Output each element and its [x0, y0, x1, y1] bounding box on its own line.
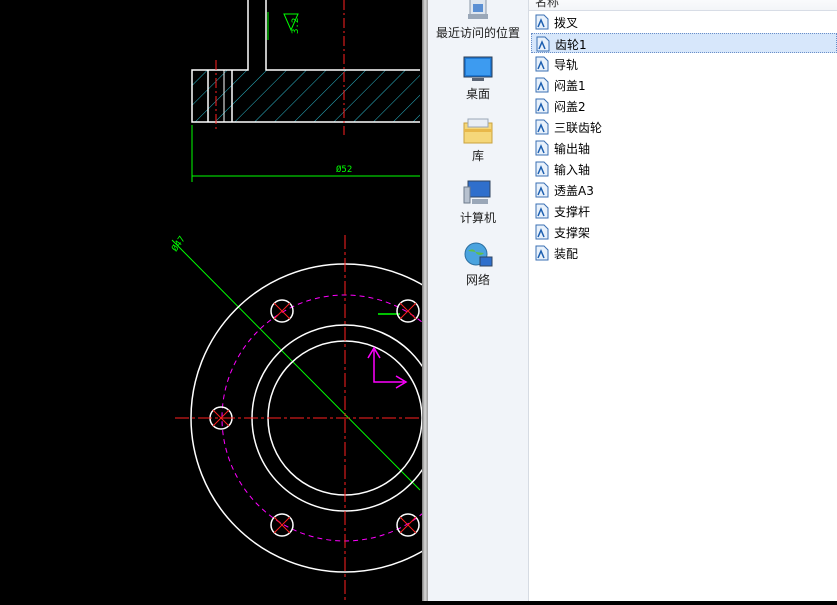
document-icon: [535, 56, 549, 76]
file-name: 闷盖2: [554, 100, 586, 114]
document-icon: [535, 14, 549, 34]
nav-item-label: 库: [471, 149, 484, 163]
nav-item-recent-places[interactable]: 最近访问的位置: [428, 0, 528, 41]
nav-item-label: 计算机: [459, 211, 496, 225]
file-row[interactable]: 闷盖1: [531, 75, 837, 95]
nav-item-label: 最近访问的位置: [435, 26, 520, 40]
document-icon: [535, 203, 549, 223]
file-row[interactable]: 导轨: [531, 54, 837, 74]
column-header-label: 名称: [535, 0, 560, 9]
file-name: 支撑架: [554, 226, 591, 240]
file-name: 装配: [554, 247, 579, 261]
computer-icon: [463, 180, 491, 204]
dimension-diag-label: Ø47: [169, 234, 187, 254]
file-list: 名称 拨叉齿轮1 导轨闷盖1 闷盖2 三联齿轮输出轴输入轴透盖A3 支撑杆支撑架装配: [529, 0, 837, 601]
desktop-icon: [463, 56, 493, 81]
network-icon: [464, 242, 493, 267]
cad-drawing: Ø52 3.2 Ø47: [169, 0, 500, 601]
file-row[interactable]: 拨叉: [531, 12, 837, 32]
document-icon: [535, 182, 549, 202]
file-name: 输入轴: [554, 163, 591, 177]
file-row[interactable]: 输出轴: [531, 138, 837, 158]
navigation-pane: 最近访问的位置 桌面 库 计算机 网络: [428, 0, 529, 601]
file-row[interactable]: 透盖A3: [531, 180, 837, 200]
file-name: 支撑杆: [554, 205, 591, 219]
nav-item-computer[interactable]: 计算机: [428, 179, 528, 226]
dimension-top-label: Ø52: [336, 164, 352, 175]
nav-item-label: 桌面: [465, 87, 490, 101]
document-icon: [535, 140, 549, 160]
document-icon: [535, 119, 549, 139]
recent-places-icon: [468, 0, 488, 19]
file-row[interactable]: 支撑架: [531, 222, 837, 242]
file-row[interactable]: 齿轮1: [531, 33, 837, 53]
document-icon: [535, 161, 549, 181]
file-name: 导轨: [554, 58, 579, 72]
document-icon: [535, 77, 549, 97]
cad-drawing-canvas[interactable]: Ø52 3.2 Ø47: [0, 0, 500, 601]
document-icon: [536, 36, 550, 56]
dimension-vertical-label: 3.2: [291, 18, 301, 34]
file-name: 拨叉: [554, 16, 579, 30]
section-view: [191, 0, 420, 135]
nav-item-library[interactable]: 库: [428, 117, 528, 164]
library-icon: [463, 118, 493, 144]
column-header-name[interactable]: 名称: [529, 0, 837, 11]
nav-item-desktop[interactable]: 桌面: [428, 55, 528, 102]
nav-item-network[interactable]: 网络: [428, 241, 528, 288]
file-name: 齿轮1: [555, 38, 587, 52]
file-row[interactable]: 输入轴: [531, 159, 837, 179]
nav-item-label: 网络: [465, 273, 490, 287]
file-name: 三联齿轮: [554, 121, 603, 135]
file-row[interactable]: 闷盖2: [531, 96, 837, 116]
file-row[interactable]: 装配: [531, 243, 837, 263]
document-icon: [535, 245, 549, 265]
file-name: 透盖A3: [554, 184, 594, 198]
file-name: 输出轴: [554, 142, 591, 156]
document-icon: [535, 98, 549, 118]
document-icon: [535, 224, 549, 244]
file-row[interactable]: 支撑杆: [531, 201, 837, 221]
flange-view: [175, 235, 500, 601]
file-row[interactable]: 三联齿轮: [531, 117, 837, 137]
file-name: 闷盖1: [554, 79, 586, 93]
